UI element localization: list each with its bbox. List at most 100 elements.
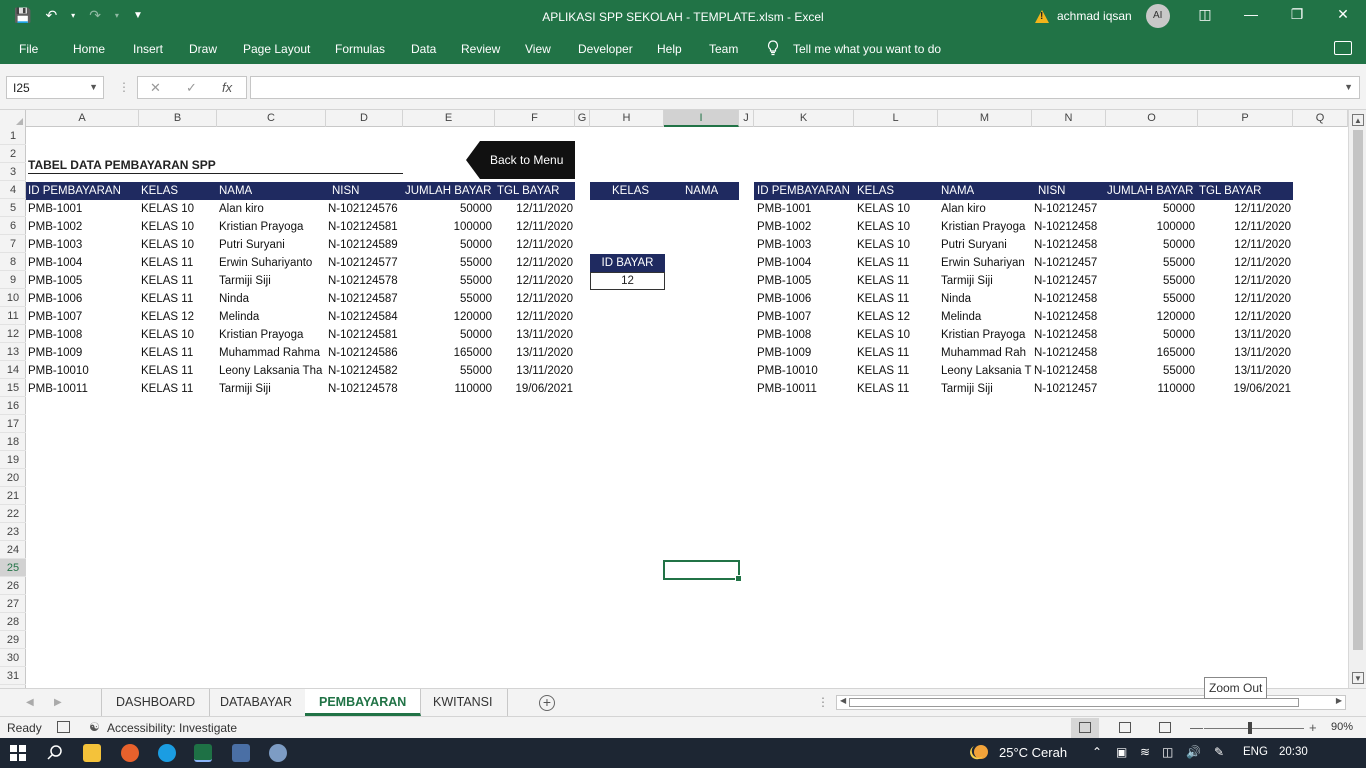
tab-draw[interactable]: Draw xyxy=(189,42,217,56)
table-cell-nisn[interactable]: N-102124578 xyxy=(328,272,403,290)
row-header[interactable]: 4 xyxy=(0,181,26,199)
table-cell-nisn[interactable]: N-10212457 xyxy=(1034,254,1106,272)
row-header[interactable]: 18 xyxy=(0,433,26,451)
row-header[interactable]: 17 xyxy=(0,415,26,433)
table-cell-kelas[interactable]: KELAS 10 xyxy=(857,218,938,236)
table-cell-kelas[interactable]: KELAS 11 xyxy=(141,272,216,290)
table-cell-nama[interactable]: Leony Laksania T xyxy=(941,362,1032,380)
row-header[interactable]: 27 xyxy=(0,595,26,613)
column-header[interactable]: L xyxy=(854,110,938,127)
tab-home[interactable]: Home xyxy=(73,42,105,56)
active-cell[interactable] xyxy=(663,560,742,582)
expand-formula-icon[interactable]: ▼ xyxy=(1344,82,1353,92)
table-cell-kelas[interactable]: KELAS 11 xyxy=(857,362,938,380)
column-header[interactable]: A xyxy=(26,110,139,127)
prev-sheet-icon[interactable]: ◀ xyxy=(26,697,34,708)
table-cell-nisn[interactable]: N-102124584 xyxy=(328,308,403,326)
clock[interactable]: 20:30 xyxy=(1279,746,1308,758)
vertical-scrollbar[interactable]: ▲ ▼ xyxy=(1348,110,1366,688)
comments-icon[interactable] xyxy=(1334,41,1352,55)
windows-start-icon[interactable] xyxy=(10,745,26,761)
column-header[interactable]: Q xyxy=(1293,110,1348,127)
weather-text[interactable]: 25°C Cerah xyxy=(999,745,1067,760)
table-cell-jumlah[interactable]: 55000 xyxy=(403,290,492,308)
row-header[interactable]: 25 xyxy=(0,559,26,577)
table-cell-kelas[interactable]: KELAS 10 xyxy=(141,326,216,344)
table-cell-kelas[interactable]: KELAS 11 xyxy=(857,344,938,362)
table-cell-tgl[interactable]: 12/11/2020 xyxy=(1198,236,1291,254)
table-cell-kelas[interactable]: KELAS 10 xyxy=(857,326,938,344)
table-cell-jumlah[interactable]: 165000 xyxy=(1106,344,1195,362)
table-cell-kelas[interactable]: KELAS 12 xyxy=(141,308,216,326)
table-cell-nama[interactable]: Tarmiji Siji xyxy=(219,380,325,398)
table-cell-nama[interactable]: Alan kiro xyxy=(219,200,325,218)
firefox-icon[interactable] xyxy=(121,744,139,762)
table-cell-nama[interactable]: Tarmiji Siji xyxy=(219,272,325,290)
table-cell-nisn[interactable]: N-102124589 xyxy=(328,236,403,254)
table-cell-nisn[interactable]: N-102124587 xyxy=(328,290,403,308)
name-box[interactable]: I25 ▼ xyxy=(6,76,104,99)
row-header[interactable]: 21 xyxy=(0,487,26,505)
column-header[interactable]: G xyxy=(575,110,590,127)
column-header[interactable]: N xyxy=(1032,110,1106,127)
select-all-button[interactable] xyxy=(0,110,26,127)
scroll-down-icon[interactable]: ▼ xyxy=(1352,672,1364,684)
app-icon[interactable] xyxy=(269,744,287,762)
row-header[interactable]: 16 xyxy=(0,397,26,415)
table-cell-kelas[interactable]: KELAS 11 xyxy=(141,362,216,380)
table-cell-jumlah[interactable]: 110000 xyxy=(1106,380,1195,398)
pen-icon[interactable]: ✎ xyxy=(1214,745,1224,759)
tab-page-layout[interactable]: Page Layout xyxy=(243,42,310,56)
table-cell-tgl[interactable]: 12/11/2020 xyxy=(495,218,573,236)
next-sheet-icon[interactable]: ▶ xyxy=(54,697,62,708)
table-cell-tgl[interactable]: 13/11/2020 xyxy=(495,362,573,380)
table-cell-jumlah[interactable]: 55000 xyxy=(1106,362,1195,380)
table-cell-kelas[interactable]: KELAS 10 xyxy=(857,236,938,254)
add-sheet-button[interactable]: + xyxy=(539,695,555,711)
row-header[interactable]: 29 xyxy=(0,631,26,649)
table-cell-kelas[interactable]: KELAS 11 xyxy=(141,254,216,272)
table-cell-nisn[interactable]: N-10212458 xyxy=(1034,326,1106,344)
table-cell-tgl[interactable]: 12/11/2020 xyxy=(1198,254,1291,272)
table-cell-nama[interactable]: Kristian Prayoga xyxy=(941,218,1032,236)
tab-data[interactable]: Data xyxy=(411,42,436,56)
scroll-left-icon[interactable]: ◀ xyxy=(840,696,846,705)
edge-icon[interactable] xyxy=(158,744,176,762)
row-header[interactable]: 26 xyxy=(0,577,26,595)
table-cell-jumlah[interactable]: 100000 xyxy=(403,218,492,236)
table-cell-nisn[interactable]: N-10212457 xyxy=(1034,272,1106,290)
table-cell-nisn[interactable]: N-10212457 xyxy=(1034,380,1106,398)
table-cell-tgl[interactable]: 12/11/2020 xyxy=(495,236,573,254)
row-header[interactable]: 13 xyxy=(0,343,26,361)
scroll-thumb[interactable] xyxy=(1353,130,1363,650)
table-cell-nama[interactable]: Muhammad Rahma xyxy=(219,344,325,362)
table-cell-jumlah[interactable]: 100000 xyxy=(1106,218,1195,236)
row-header[interactable]: 5 xyxy=(0,199,26,217)
table-cell-id[interactable]: PMB-10011 xyxy=(28,380,138,398)
table-cell-jumlah[interactable]: 55000 xyxy=(403,362,492,380)
table-cell-id[interactable]: PMB-1002 xyxy=(28,218,138,236)
table-cell-nama[interactable]: Melinda xyxy=(219,308,325,326)
row-header[interactable]: 24 xyxy=(0,541,26,559)
table-cell-tgl[interactable]: 13/11/2020 xyxy=(1198,362,1291,380)
table-cell-tgl[interactable]: 13/11/2020 xyxy=(495,326,573,344)
close-icon[interactable]: ✕ xyxy=(1333,6,1353,23)
table-cell-id[interactable]: PMB-1008 xyxy=(28,326,138,344)
row-header[interactable]: 1 xyxy=(0,127,26,145)
tab-review[interactable]: Review xyxy=(461,42,500,56)
sheet-tab-databayar[interactable]: DATABAYAR xyxy=(206,689,308,716)
row-header[interactable]: 2 xyxy=(0,145,26,163)
table-cell-id[interactable]: PMB-1007 xyxy=(28,308,138,326)
table-cell-nama[interactable]: Alan kiro xyxy=(941,200,1032,218)
user-name[interactable]: achmad iqsan xyxy=(1057,9,1132,23)
battery-icon[interactable]: ◫ xyxy=(1162,745,1173,759)
table-cell-kelas[interactable]: KELAS 12 xyxy=(857,308,938,326)
avatar[interactable]: AI xyxy=(1145,4,1170,28)
table-cell-nisn[interactable]: N-10212457 xyxy=(1034,200,1106,218)
tab-file[interactable]: File xyxy=(19,42,38,56)
sheet-tab-kwitansi[interactable]: KWITANSI xyxy=(419,689,508,716)
column-header[interactable]: D xyxy=(326,110,403,127)
normal-view-button[interactable] xyxy=(1071,718,1099,738)
tab-view[interactable]: View xyxy=(525,42,551,56)
weather-icon[interactable] xyxy=(968,743,990,763)
